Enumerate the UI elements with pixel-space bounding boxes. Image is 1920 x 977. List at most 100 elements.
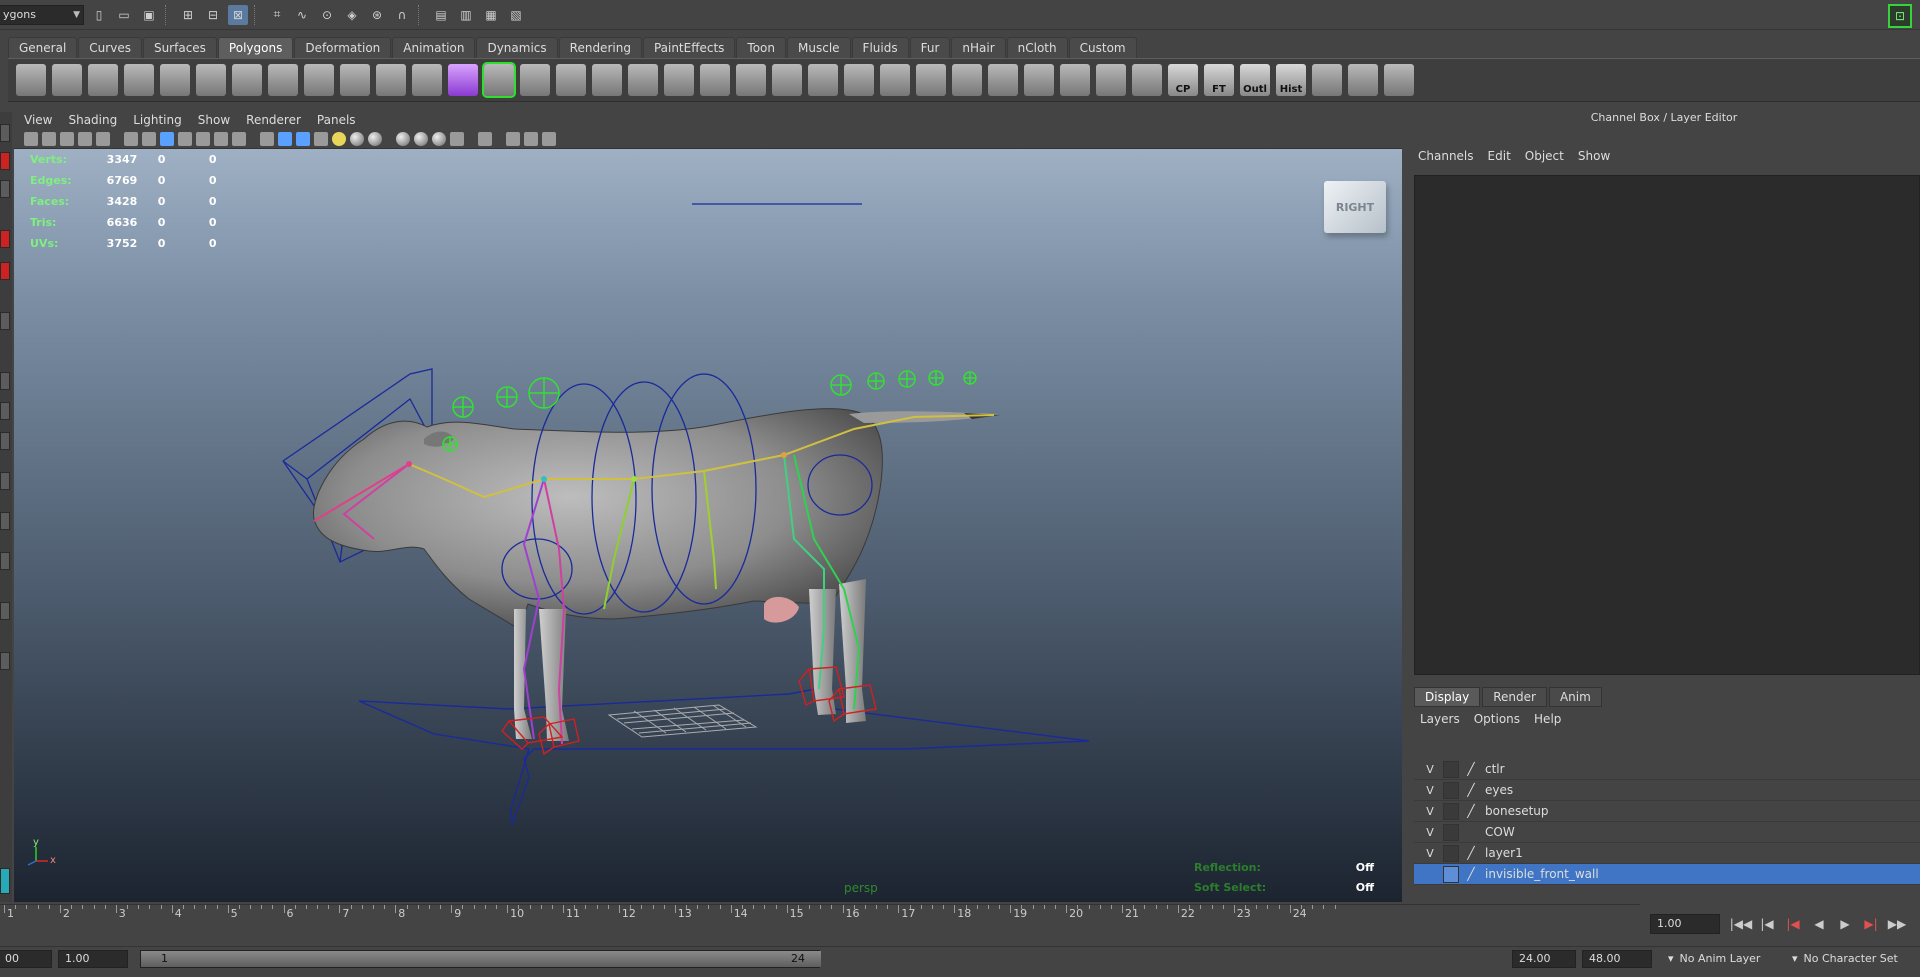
- grid-toggle-icon[interactable]: [124, 131, 138, 146]
- layer-menu-options[interactable]: Options: [1474, 712, 1520, 726]
- isolate-icon[interactable]: [542, 131, 556, 146]
- shelf-tab-dynamics[interactable]: Dynamics: [476, 37, 558, 58]
- layer-color-icon[interactable]: [1463, 824, 1479, 841]
- use-default-light-icon[interactable]: [332, 131, 346, 146]
- camera-attr-icon[interactable]: [24, 131, 38, 146]
- range-slider-thumb[interactable]: 1 24: [141, 951, 821, 967]
- layer-display-type[interactable]: [1443, 844, 1459, 862]
- layer-display-type[interactable]: [1443, 781, 1459, 799]
- camera-bookmark-icon[interactable]: [42, 131, 56, 146]
- ambient-occlusion-icon[interactable]: [368, 131, 382, 146]
- poly-soccer-ball-icon[interactable]: [304, 64, 334, 96]
- poly-cube-icon[interactable]: [52, 64, 82, 96]
- viewport-menu-view[interactable]: View: [24, 113, 52, 127]
- step-back-frame-icon[interactable]: |◀: [1780, 914, 1806, 934]
- sidebar-toggle-icon[interactable]: ⊡: [1888, 4, 1912, 28]
- poly-sphere-icon[interactable]: [16, 64, 46, 96]
- scale-tool-icon[interactable]: [0, 312, 10, 330]
- layout-custom-icon[interactable]: [0, 652, 10, 670]
- paint-weights-icon[interactable]: [1312, 64, 1342, 96]
- bevel-icon[interactable]: [808, 64, 838, 96]
- combine-icon[interactable]: [340, 64, 370, 96]
- transfer-attributes-icon[interactable]: [1132, 64, 1162, 96]
- play-forward-icon[interactable]: ▶: [1832, 914, 1858, 934]
- shadows-icon[interactable]: [350, 131, 364, 146]
- open-scene-icon[interactable]: ▭: [114, 5, 134, 25]
- layout-persp-icon[interactable]: [0, 602, 10, 620]
- split-polygon-icon[interactable]: [556, 64, 586, 96]
- 2d-pan-icon[interactable]: [78, 131, 92, 146]
- shelf-hist-icon[interactable]: Hist: [1276, 64, 1306, 96]
- save-scene-icon[interactable]: ▣: [139, 5, 159, 25]
- shelf-tab-general[interactable]: General: [8, 37, 78, 58]
- layer-row[interactable]: V ╱ bonesetup: [1414, 801, 1920, 822]
- channel-menu-object[interactable]: Object: [1525, 149, 1564, 163]
- field-chart-icon[interactable]: [196, 131, 210, 146]
- poly-cylinder-icon[interactable]: [88, 64, 118, 96]
- channel-box[interactable]: [1414, 175, 1920, 675]
- insert-edge-loop-icon[interactable]: [700, 64, 730, 96]
- layer-display-type[interactable]: [1443, 802, 1459, 820]
- layer-row[interactable]: V ╱ ctlr: [1414, 759, 1920, 780]
- select-component-icon[interactable]: ⊠: [228, 4, 248, 25]
- spherical-map-icon[interactable]: [1024, 64, 1054, 96]
- new-scene-icon[interactable]: ▯: [89, 5, 109, 25]
- textured-icon[interactable]: [314, 131, 328, 146]
- step-forward-key-icon[interactable]: ▶▶: [1884, 914, 1910, 934]
- poly-pipe-icon[interactable]: [268, 64, 298, 96]
- snap-grid-icon[interactable]: ⌗: [267, 5, 287, 25]
- layout-graph-icon[interactable]: [0, 512, 10, 530]
- layer-visibility-toggle[interactable]: [1420, 866, 1440, 883]
- grease-pencil-icon[interactable]: [96, 131, 110, 146]
- depth-of-field-icon[interactable]: [432, 131, 446, 146]
- viewport-menu-shading[interactable]: Shading: [68, 113, 117, 127]
- shelf-tab-nhair[interactable]: nHair: [951, 37, 1006, 58]
- poly-prism-icon[interactable]: [232, 64, 262, 96]
- viewport-menu-show[interactable]: Show: [198, 113, 230, 127]
- select-tool-icon[interactable]: [0, 124, 10, 142]
- layout-two-icon[interactable]: [0, 432, 10, 450]
- range-slider[interactable]: 1 24: [140, 950, 821, 968]
- layer-color-icon[interactable]: ╱: [1463, 866, 1479, 883]
- xray-icon[interactable]: [450, 131, 464, 146]
- cylindrical-map-icon[interactable]: [988, 64, 1018, 96]
- play-backward-icon[interactable]: ◀: [1806, 914, 1832, 934]
- anim-layer-dropdown[interactable]: ▾ No Anim Layer: [1668, 950, 1760, 968]
- shelf-tab-animation[interactable]: Animation: [392, 37, 476, 58]
- shelf-tab-muscle[interactable]: Muscle: [787, 37, 851, 58]
- sculpt-icon[interactable]: [880, 64, 910, 96]
- shelf-tab-deformation[interactable]: Deformation: [294, 37, 392, 58]
- smooth-shade-icon[interactable]: [278, 131, 292, 146]
- shelf-tab-curves[interactable]: Curves: [78, 37, 142, 58]
- select-hierarchy-icon[interactable]: ⊞: [178, 5, 198, 25]
- layer-row[interactable]: V ╱ eyes: [1414, 780, 1920, 801]
- shelf-tab-fluids[interactable]: Fluids: [851, 37, 909, 58]
- multisample-icon[interactable]: [414, 131, 428, 146]
- panel-toggle-icon[interactable]: [0, 868, 10, 894]
- layer-color-icon[interactable]: ╱: [1463, 803, 1479, 820]
- poly-plane-icon[interactable]: [160, 64, 190, 96]
- shelf-tab-polygons[interactable]: Polygons: [217, 37, 294, 58]
- render-settings-icon[interactable]: ▧: [506, 5, 526, 25]
- ipr-render-icon[interactable]: ▦: [481, 5, 501, 25]
- time-slider[interactable]: 1 2 3 4 5 6 7 8 9 10 11 12 13 14 15 16 17 18 19 20 21 22 23 24: [0, 904, 1640, 938]
- layout-hypershade-icon[interactable]: [0, 552, 10, 570]
- poly-torus-icon[interactable]: [196, 64, 226, 96]
- layer-color-icon[interactable]: ╱: [1463, 845, 1479, 862]
- wireframe-icon[interactable]: [260, 131, 274, 146]
- select-object-icon[interactable]: ⊟: [203, 5, 223, 25]
- safe-title-icon[interactable]: [232, 131, 246, 146]
- viewport-menu-renderer[interactable]: Renderer: [246, 113, 301, 127]
- layout-four-icon[interactable]: [0, 402, 10, 420]
- shelf-tab-fur[interactable]: Fur: [909, 37, 951, 58]
- image-plane-icon[interactable]: [60, 131, 74, 146]
- viewport-menu-panels[interactable]: Panels: [317, 113, 356, 127]
- layer-color-icon[interactable]: ╱: [1463, 761, 1479, 778]
- xray-joints-icon[interactable]: [506, 131, 520, 146]
- automatic-map-icon[interactable]: [1060, 64, 1090, 96]
- view-cube[interactable]: RIGHT: [1324, 181, 1386, 233]
- poke-icon[interactable]: [916, 64, 946, 96]
- move-tool-icon[interactable]: [0, 230, 10, 248]
- layer-tab-display[interactable]: Display: [1414, 687, 1481, 707]
- uv-layout-icon[interactable]: [1384, 64, 1414, 96]
